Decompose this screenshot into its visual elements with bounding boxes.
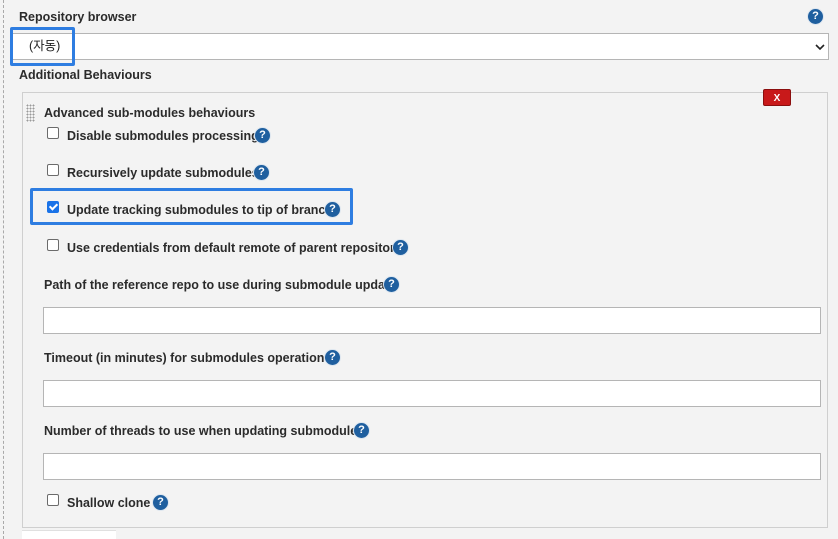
delete-behaviour-button[interactable]: X [763,89,791,106]
chevron-down-icon [815,34,825,70]
update-tracking-highlight [30,188,353,225]
repository-browser-label: Repository browser [19,10,137,24]
help-icon[interactable]: ? [393,240,408,255]
use-credentials-checkbox[interactable] [47,239,59,251]
repository-browser-select[interactable]: (자동) [12,33,829,60]
use-credentials-label: Use credentials from default remote of p… [67,241,402,255]
page: Repository browser ? (자동) Additional Beh… [0,0,838,539]
timeout-input[interactable] [43,380,821,407]
threads-input[interactable] [43,453,821,480]
help-icon[interactable]: ? [808,9,823,24]
disable-submodules-label: Disable submodules processing [67,129,259,143]
recursive-update-checkbox[interactable] [47,164,59,176]
add-behaviour-button-edge[interactable] [22,530,116,539]
reference-repo-label: Path of the reference repo to use during… [44,278,397,292]
panel-title: Advanced sub-modules behaviours [44,106,256,120]
additional-behaviours-label: Additional Behaviours [19,68,152,82]
help-icon[interactable]: ? [384,277,399,292]
timeout-label: Timeout (in minutes) for submodules oper… [44,351,332,365]
help-icon[interactable]: ? [354,423,369,438]
help-icon[interactable]: ? [153,495,168,510]
shallow-clone-label: Shallow clone [67,496,151,510]
drag-handle-icon[interactable] [26,104,35,122]
selected-value-highlight [10,27,75,66]
threads-label: Number of threads to use when updating s… [44,424,365,438]
reference-repo-input[interactable] [43,307,821,334]
help-icon[interactable]: ? [325,350,340,365]
help-icon[interactable]: ? [254,165,269,180]
help-icon[interactable]: ? [255,128,270,143]
recursive-update-label: Recursively update submodules [67,166,259,180]
section-divider [3,0,4,539]
shallow-clone-checkbox[interactable] [47,494,59,506]
disable-submodules-checkbox[interactable] [47,127,59,139]
